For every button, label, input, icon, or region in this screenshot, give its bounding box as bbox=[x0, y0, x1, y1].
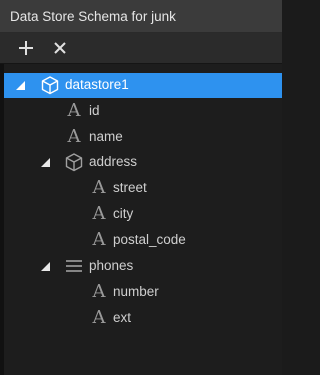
text-field-icon: A bbox=[67, 100, 81, 121]
text-field-icon: A bbox=[92, 281, 106, 302]
tree-label-id: id bbox=[89, 103, 100, 118]
plus-icon bbox=[19, 41, 33, 55]
tree-row-name[interactable]: A name bbox=[4, 125, 282, 150]
tree-label-postal-code: postal_code bbox=[113, 232, 186, 247]
tree-label-name: name bbox=[89, 129, 123, 144]
tree-label-ext: ext bbox=[113, 310, 132, 325]
cube-icon bbox=[41, 76, 59, 95]
tree-row-id[interactable]: A id bbox=[4, 99, 282, 124]
title-bar: Data Store Schema for junk bbox=[0, 0, 282, 33]
tree-label-datastore1: datastore1 bbox=[65, 77, 129, 92]
tree-row-postal-code[interactable]: A postal_code bbox=[4, 228, 282, 253]
text-field-icon: A bbox=[67, 126, 81, 147]
toolbar bbox=[0, 33, 282, 64]
expanded-triangle-icon[interactable] bbox=[40, 261, 51, 272]
tree-label-city: city bbox=[113, 206, 134, 221]
text-field-icon: A bbox=[92, 203, 106, 224]
tree-row-address[interactable]: address bbox=[4, 150, 282, 175]
tree-row-city[interactable]: A city bbox=[4, 202, 282, 227]
text-field-icon: A bbox=[92, 229, 106, 250]
expanded-triangle-icon[interactable] bbox=[15, 80, 26, 91]
text-field-icon: A bbox=[92, 177, 106, 198]
schema-tree: datastore1 A id A name address A street … bbox=[0, 64, 282, 375]
tree-label-street: street bbox=[113, 180, 147, 195]
tree-row-ext[interactable]: A ext bbox=[4, 306, 282, 331]
tree-row-street[interactable]: A street bbox=[4, 176, 282, 201]
close-icon bbox=[54, 42, 66, 54]
cube-icon bbox=[65, 153, 83, 172]
tree-row-phones[interactable]: phones bbox=[4, 254, 282, 279]
add-button[interactable] bbox=[15, 37, 37, 59]
tree-label-number: number bbox=[113, 284, 159, 299]
tree-row-number[interactable]: A number bbox=[4, 280, 282, 305]
tree-label-address: address bbox=[89, 154, 138, 169]
tree-row-datastore1[interactable]: datastore1 bbox=[4, 73, 282, 98]
remove-button[interactable] bbox=[49, 37, 71, 59]
window-title: Data Store Schema for junk bbox=[10, 9, 176, 24]
list-icon bbox=[66, 260, 82, 272]
tree-label-phones: phones bbox=[89, 258, 134, 273]
schema-window: Data Store Schema for junk datastore1 A … bbox=[0, 0, 282, 375]
text-field-icon: A bbox=[92, 307, 106, 328]
expanded-triangle-icon[interactable] bbox=[40, 157, 51, 168]
